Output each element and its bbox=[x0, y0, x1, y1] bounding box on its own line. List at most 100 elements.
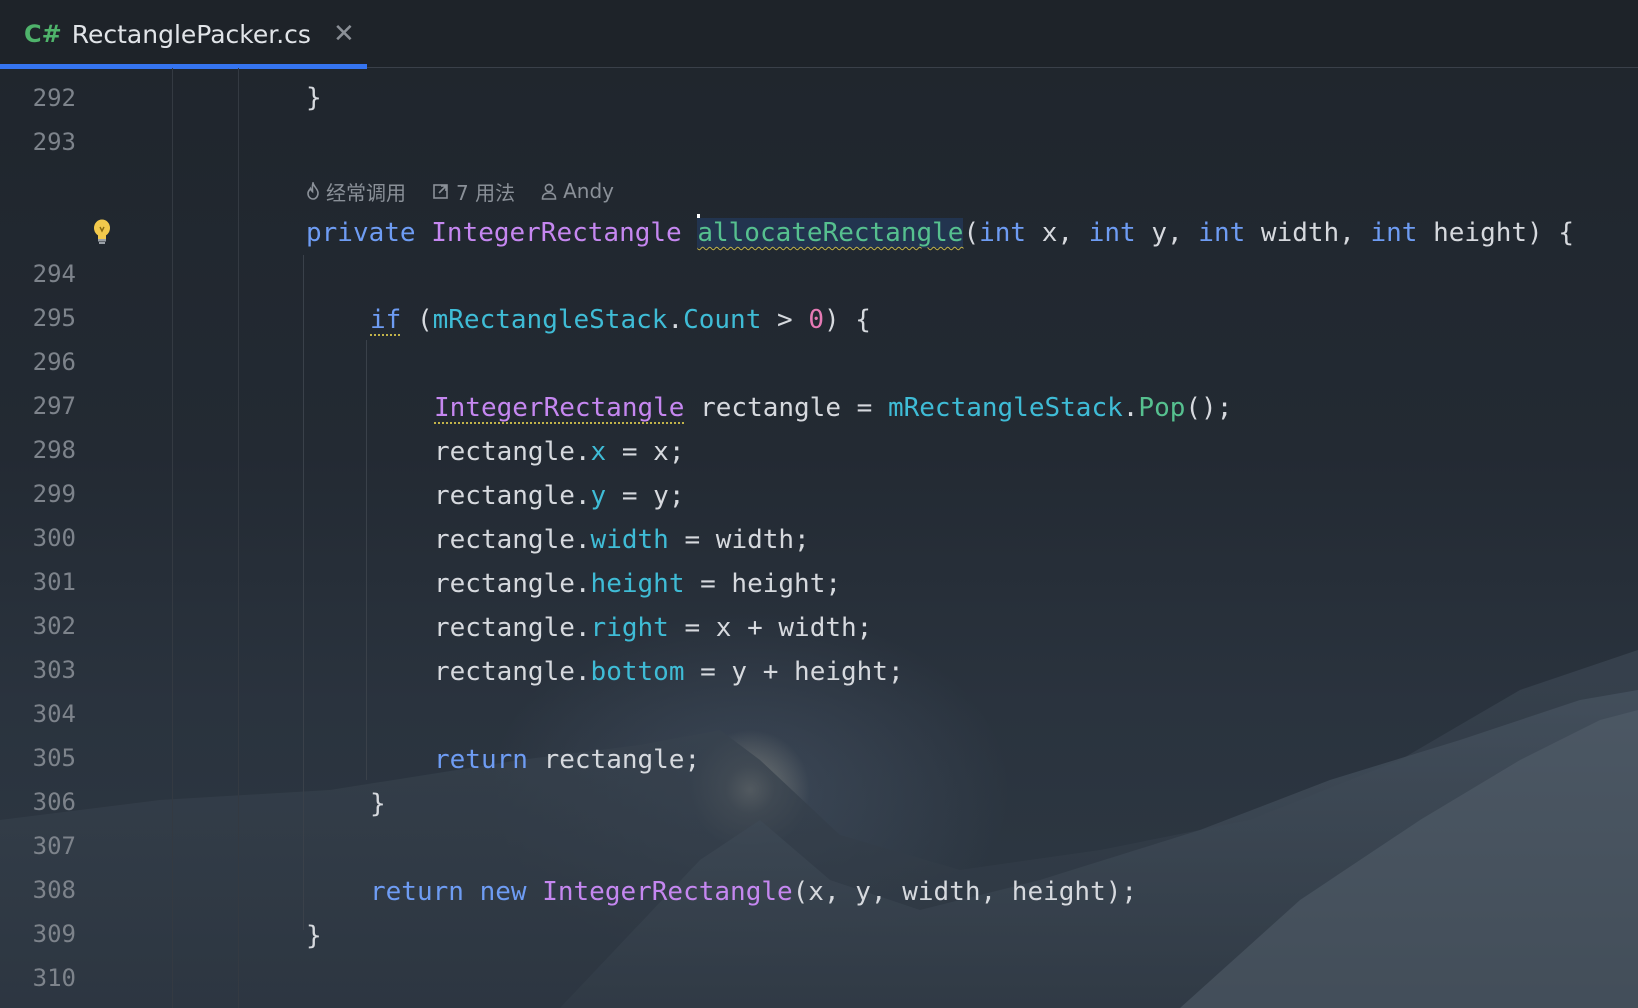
line-number: 298 bbox=[32, 436, 76, 464]
keyword-return: return bbox=[434, 745, 528, 775]
code-line-296[interactable]: if (mRectangleStack.Count > 0) { bbox=[370, 298, 871, 342]
constructor-args: (x, y, width, height); bbox=[792, 877, 1138, 907]
hot-path-hint[interactable]: 经常调用 bbox=[306, 177, 406, 206]
author-hint[interactable]: Andy bbox=[541, 179, 614, 203]
declaration: rectangle = bbox=[684, 393, 888, 423]
method-name[interactable]: allocateRectangle bbox=[697, 218, 964, 248]
field-name: y bbox=[590, 481, 607, 511]
object-ref: rectangle. bbox=[434, 569, 591, 599]
line-number: 301 bbox=[32, 568, 76, 596]
object-ref: rectangle. bbox=[434, 525, 591, 555]
keyword-private: private bbox=[306, 218, 416, 248]
object-ref: rectangle. bbox=[434, 657, 591, 687]
assignment: = y + height; bbox=[684, 657, 904, 687]
keyword-int: int bbox=[1088, 218, 1136, 248]
keyword-if: if bbox=[370, 305, 402, 335]
line-number: 303 bbox=[32, 656, 76, 684]
line-number: 311 bbox=[0, 1000, 76, 1008]
indent-guide bbox=[366, 340, 367, 780]
tab-rectanglepacker[interactable]: C# RectanglePacker.cs ✕ bbox=[0, 0, 367, 69]
type-name: IntegerRectangle bbox=[434, 393, 685, 423]
param: x, bbox=[1026, 218, 1089, 248]
line-number-gutter[interactable]: 292 293 294 295 296 297 298 299 300 301 … bbox=[0, 68, 172, 1008]
lightbulb-icon[interactable] bbox=[91, 218, 113, 246]
code-line-302[interactable]: rectangle.height = height; bbox=[434, 562, 841, 606]
field-name: height bbox=[590, 569, 685, 599]
param: width, bbox=[1245, 218, 1371, 248]
line-number: 293 bbox=[32, 128, 76, 156]
code-editor[interactable]: C# RectanglePacker.cs ✕ 292 293 294 295 … bbox=[0, 0, 1638, 1008]
code-line-301[interactable]: rectangle.width = width; bbox=[434, 518, 810, 562]
external-link-icon bbox=[433, 184, 448, 199]
code-line-306[interactable]: return rectangle; bbox=[434, 738, 700, 782]
line-number: 305 bbox=[32, 744, 76, 772]
paren-open: ( bbox=[401, 305, 433, 335]
keyword-int: int bbox=[1198, 218, 1246, 248]
background-landscape bbox=[0, 650, 1638, 1008]
author-label: Andy bbox=[563, 179, 614, 203]
code-line-292[interactable]: } bbox=[306, 76, 322, 120]
assignment: = width; bbox=[668, 525, 810, 555]
code-line-298[interactable]: IntegerRectangle rectangle = mRectangleS… bbox=[434, 386, 1232, 430]
keyword-new: new bbox=[479, 877, 527, 907]
closing-brace: } bbox=[370, 789, 386, 819]
flame-icon bbox=[307, 182, 319, 200]
code-line-310[interactable]: } bbox=[306, 914, 322, 958]
line-number: 299 bbox=[32, 480, 76, 508]
usages-hint[interactable]: 7 用法 bbox=[432, 177, 515, 206]
line-number: 310 bbox=[32, 964, 76, 992]
paren-open: ( bbox=[963, 218, 980, 248]
tab-title: RectanglePacker.cs bbox=[71, 19, 311, 49]
line-number: 302 bbox=[32, 612, 76, 640]
stack-field: mRectangleStack bbox=[887, 393, 1123, 423]
closing-brace: } bbox=[306, 921, 322, 951]
paren-close: ) { bbox=[824, 305, 871, 335]
line-number: 292 bbox=[32, 84, 76, 112]
hot-path-label: 经常调用 bbox=[326, 180, 406, 205]
return-value: rectangle; bbox=[527, 745, 701, 775]
number-literal: 0 bbox=[808, 305, 824, 335]
line-number: 297 bbox=[32, 392, 76, 420]
object-ref: rectangle. bbox=[434, 437, 591, 467]
line-number: 295 bbox=[32, 304, 76, 332]
code-vision-hints: 经常调用 7 用法 Andy bbox=[306, 173, 640, 209]
code-line-294[interactable]: private IntegerRectangle allocateRectang… bbox=[306, 211, 1574, 255]
stack-field: mRectangleStack bbox=[432, 305, 668, 335]
param: height) { bbox=[1417, 218, 1575, 248]
code-line-300[interactable]: rectangle.y = y; bbox=[434, 474, 684, 518]
usages-label: 7 用法 bbox=[456, 180, 516, 205]
code-line-309[interactable]: return new IntegerRectangle(x, y, width,… bbox=[370, 870, 1137, 914]
keyword-int: int bbox=[979, 218, 1027, 248]
code-line-307[interactable]: } bbox=[370, 782, 386, 826]
editor-tab-bar: C# RectanglePacker.cs ✕ bbox=[0, 0, 1638, 69]
field-name: bottom bbox=[590, 657, 685, 687]
keyword-int: int bbox=[1370, 218, 1418, 248]
param: y, bbox=[1135, 218, 1199, 248]
fold-column-divider bbox=[238, 68, 239, 1008]
call-end: (); bbox=[1185, 393, 1233, 423]
code-line-304[interactable]: rectangle.bottom = y + height; bbox=[434, 650, 904, 694]
line-number: 300 bbox=[32, 524, 76, 552]
object-ref: rectangle. bbox=[434, 613, 591, 643]
person-icon bbox=[541, 183, 557, 200]
field-name: x bbox=[590, 437, 607, 467]
return-type: IntegerRectangle bbox=[431, 218, 682, 248]
close-icon[interactable]: ✕ bbox=[333, 21, 355, 47]
csharp-file-icon: C# bbox=[24, 20, 62, 48]
dot: . bbox=[1122, 393, 1139, 423]
gutter-divider bbox=[172, 68, 173, 1008]
operator: > bbox=[761, 305, 809, 335]
object-ref: rectangle. bbox=[434, 481, 591, 511]
assignment: = height; bbox=[684, 569, 842, 599]
assignment: = x + width; bbox=[668, 613, 873, 643]
code-line-303[interactable]: rectangle.right = x + width; bbox=[434, 606, 872, 650]
line-number: 304 bbox=[32, 700, 76, 728]
assignment: = x; bbox=[606, 437, 685, 467]
dot: . bbox=[667, 305, 684, 335]
count-property: Count bbox=[683, 305, 762, 335]
line-number: 308 bbox=[32, 876, 76, 904]
field-name: width bbox=[590, 525, 669, 555]
code-line-299[interactable]: rectangle.x = x; bbox=[434, 430, 684, 474]
closing-brace: } bbox=[306, 83, 322, 113]
method-call: Pop bbox=[1138, 393, 1186, 423]
